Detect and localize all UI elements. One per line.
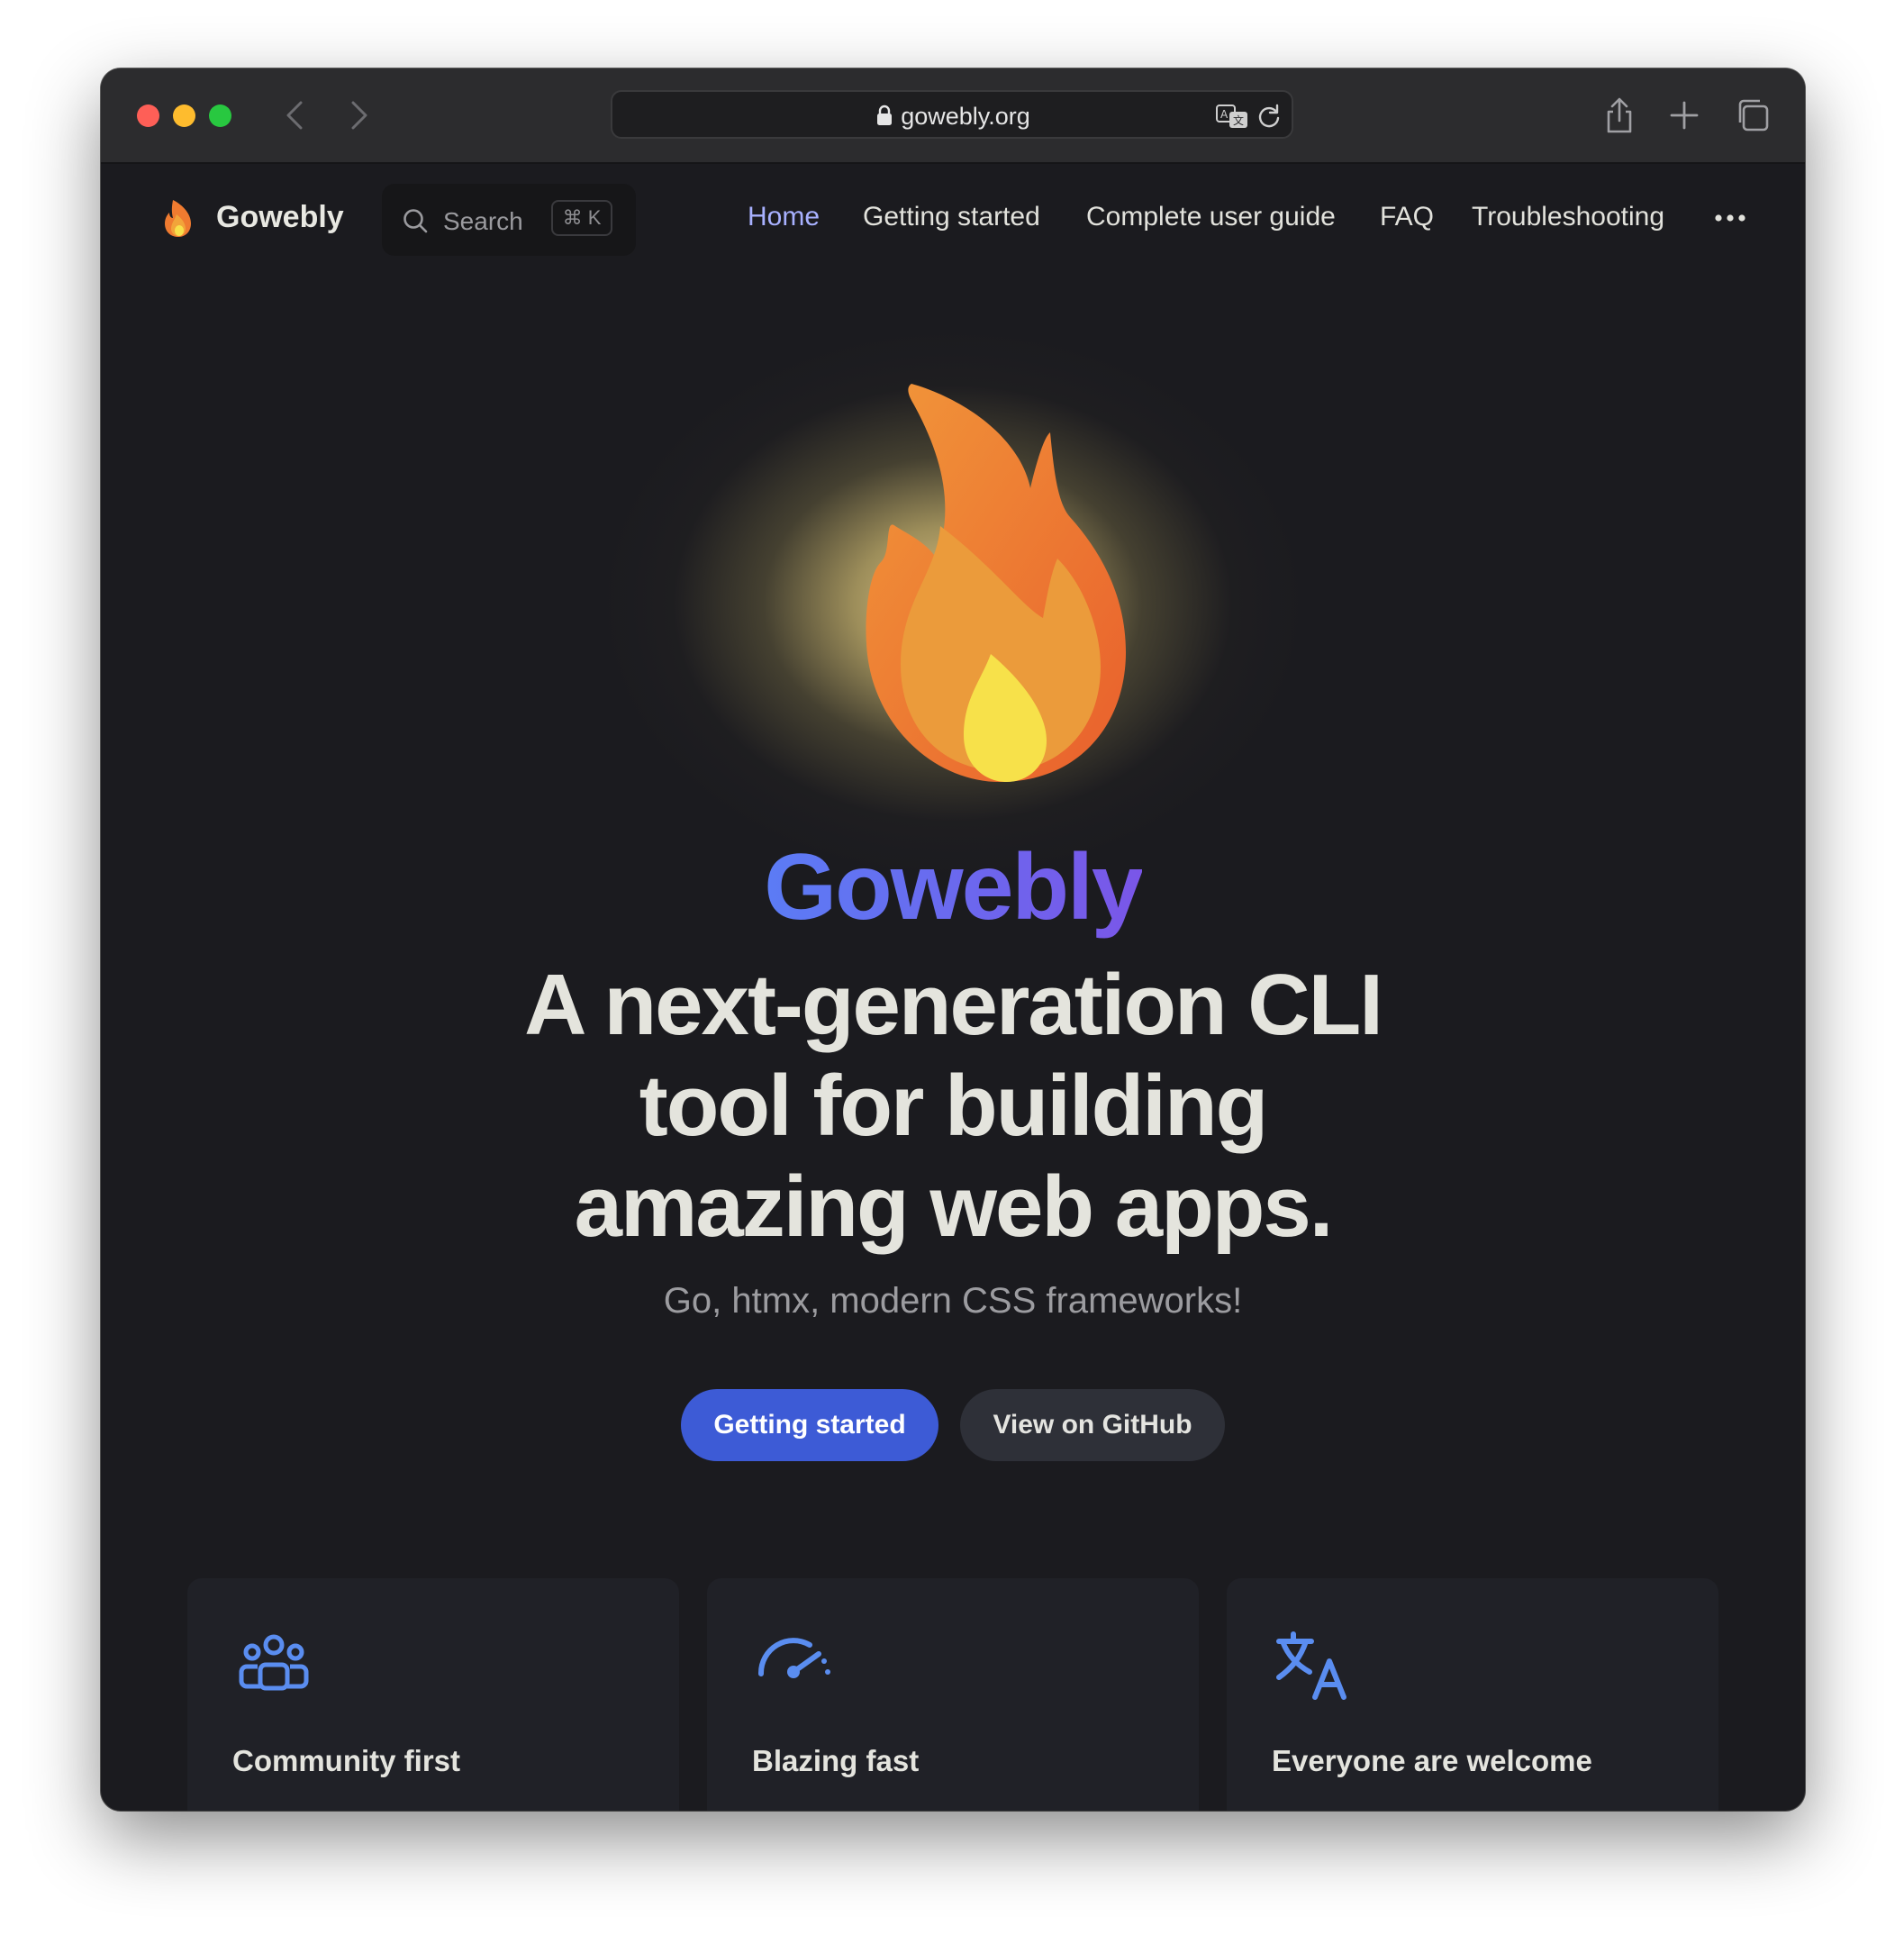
share-icon[interactable] — [1600, 95, 1639, 135]
hero-title: Gowebly — [764, 835, 1143, 940]
fire-hero-icon — [866, 384, 1126, 783]
browser-toolbar: gowebly.org A 文 — [101, 68, 1805, 164]
feature-card-fast: Blazing fast — [707, 1578, 1199, 1811]
more-menu-icon[interactable] — [1713, 209, 1747, 227]
browser-window: gowebly.org A 文 Gowebly Search ⌘ K Home … — [101, 68, 1805, 1811]
nav-faq[interactable]: FAQ — [1380, 202, 1434, 232]
feature-title-fast: Blazing fast — [752, 1744, 920, 1777]
svg-text:文: 文 — [1233, 114, 1244, 127]
feature-card-community: Community first — [187, 1578, 679, 1811]
tab-overview-icon[interactable] — [1733, 95, 1773, 135]
fire-logo-icon[interactable] — [160, 198, 196, 238]
feature-title-welcome: Everyone are welcome — [1272, 1744, 1592, 1777]
svg-text:A: A — [1220, 108, 1229, 121]
view-on-github-button[interactable]: View on GitHub — [960, 1389, 1225, 1461]
community-icon — [239, 1634, 309, 1691]
brand-name[interactable]: Gowebly — [216, 200, 344, 235]
site-header: Gowebly Search ⌘ K Home Getting started … — [101, 164, 1805, 263]
search-button[interactable]: Search ⌘ K — [382, 184, 636, 256]
back-icon[interactable] — [277, 95, 313, 135]
feature-title-community: Community first — [232, 1744, 461, 1777]
translate-page-icon[interactable]: A 文 — [1216, 103, 1250, 130]
address-bar[interactable]: gowebly.org A 文 — [611, 90, 1293, 139]
url-text: gowebly.org — [901, 103, 1030, 130]
speedometer-icon — [757, 1638, 830, 1678]
close-window-button[interactable] — [137, 104, 159, 127]
search-icon — [403, 209, 428, 233]
hero-subtitle: Go, htmx, modern CSS frameworks! — [663, 1281, 1243, 1321]
minimize-window-button[interactable] — [173, 104, 195, 127]
hero-tagline: A next-generation CLI tool for building … — [524, 957, 1383, 1255]
reload-icon[interactable] — [1256, 103, 1283, 130]
getting-started-button[interactable]: Getting started — [681, 1389, 938, 1461]
search-label: Search — [443, 207, 523, 235]
feature-card-welcome: Everyone are welcome — [1227, 1578, 1718, 1811]
nav-getting-started[interactable]: Getting started — [863, 202, 1040, 232]
new-tab-icon[interactable] — [1664, 95, 1704, 135]
forward-icon[interactable] — [340, 95, 376, 135]
nav-troubleshooting[interactable]: Troubleshooting — [1472, 202, 1664, 232]
nav-complete-user-guide[interactable]: Complete user guide — [1086, 202, 1336, 232]
zoom-window-button[interactable] — [209, 104, 231, 127]
nav-home[interactable]: Home — [748, 202, 820, 232]
translate-icon — [1276, 1631, 1346, 1700]
search-shortcut-badge: ⌘ K — [551, 200, 612, 236]
